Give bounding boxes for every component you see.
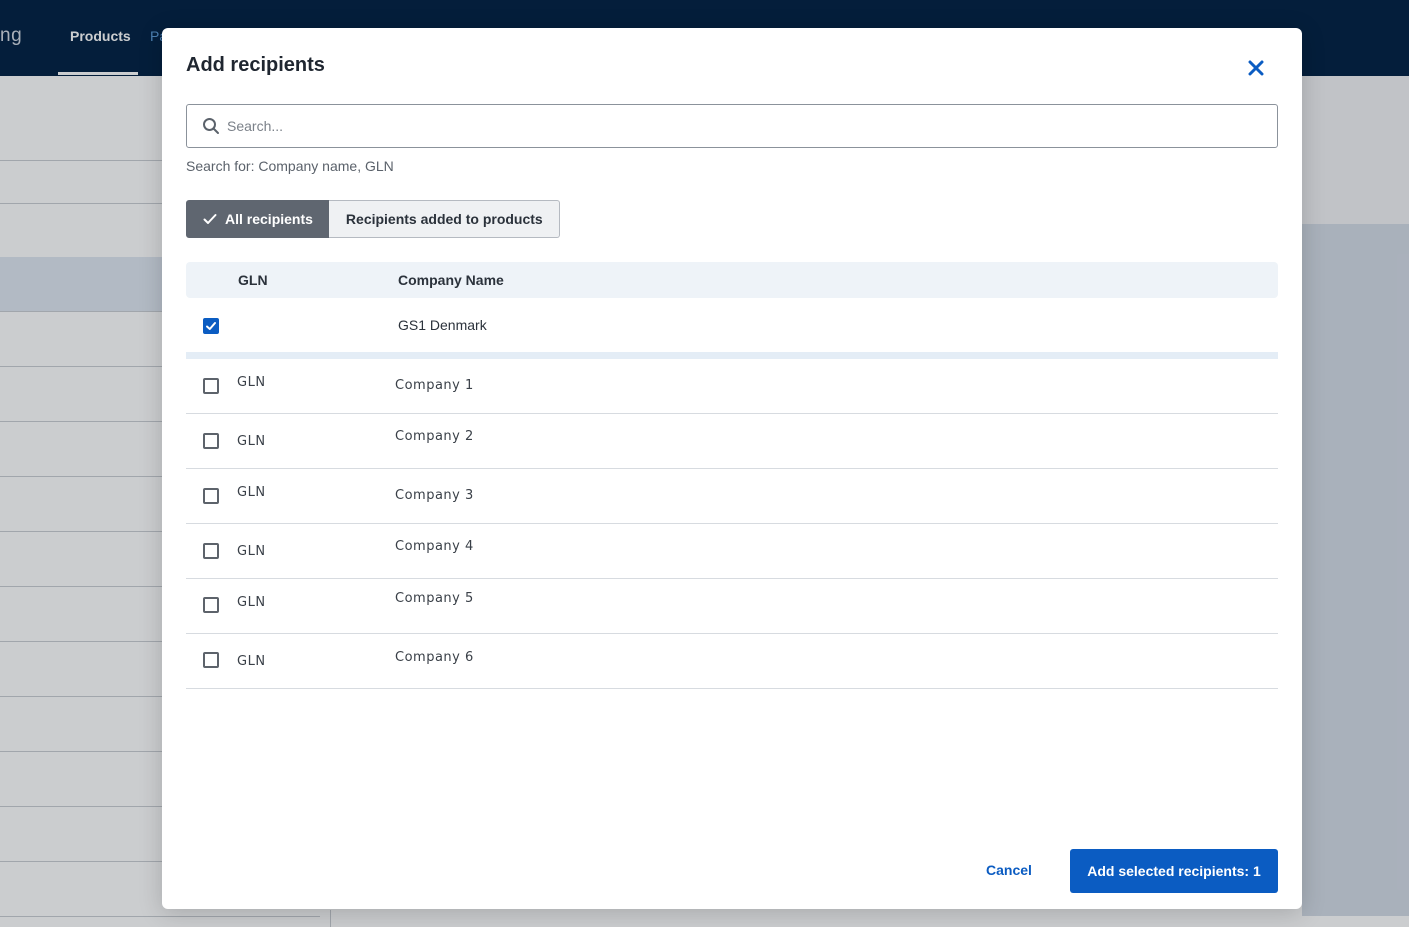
tab-label: All recipients bbox=[225, 211, 313, 227]
row-checkbox[interactable] bbox=[203, 652, 219, 668]
table-row[interactable]: GLN Company 5 bbox=[186, 579, 1278, 634]
column-header-gln: GLN bbox=[238, 272, 268, 288]
search-icon bbox=[203, 118, 219, 134]
search-box bbox=[186, 104, 1278, 148]
company-name-cell: Company 4 bbox=[395, 539, 474, 554]
column-header-company-name: Company Name bbox=[398, 272, 504, 288]
selected-recipient-row[interactable]: GS1 Denmark bbox=[186, 298, 1278, 353]
search-hint: Search for: Company name, GLN bbox=[186, 158, 394, 174]
table-row[interactable]: GLN Company 1 bbox=[186, 359, 1278, 414]
table-row[interactable]: GLN Company 6 bbox=[186, 634, 1278, 689]
gln-cell: GLN bbox=[237, 595, 266, 610]
row-checkbox[interactable] bbox=[203, 543, 219, 559]
tab-label: Recipients added to products bbox=[345, 211, 543, 227]
gln-cell: GLN bbox=[237, 485, 266, 500]
row-checkbox[interactable] bbox=[203, 378, 219, 394]
add-selected-recipients-button[interactable]: Add selected recipients: 1 bbox=[1070, 849, 1278, 893]
row-checkbox-checked[interactable] bbox=[203, 318, 219, 334]
table-row[interactable]: GLN Company 4 bbox=[186, 524, 1278, 579]
gln-cell: GLN bbox=[237, 375, 266, 390]
company-name-cell: Company 6 bbox=[395, 650, 474, 665]
gln-cell: GLN bbox=[237, 654, 266, 669]
checkmark-icon bbox=[203, 214, 217, 224]
close-button[interactable] bbox=[1244, 56, 1268, 80]
company-name-cell: Company 1 bbox=[395, 378, 474, 393]
tab-recipients-added-to-products[interactable]: Recipients added to products bbox=[328, 200, 560, 238]
dialog-title: Add recipients bbox=[186, 54, 325, 76]
row-checkbox[interactable] bbox=[203, 488, 219, 504]
row-checkbox[interactable] bbox=[203, 597, 219, 613]
close-icon bbox=[1248, 60, 1264, 76]
gln-cell: GLN bbox=[237, 544, 266, 559]
checkmark-icon bbox=[206, 322, 216, 330]
gln-cell: GLN bbox=[237, 434, 266, 449]
company-name-cell: GS1 Denmark bbox=[398, 317, 487, 333]
add-recipients-dialog: Add recipients Search for: Company name,… bbox=[162, 28, 1302, 909]
company-name-cell: Company 5 bbox=[395, 591, 474, 606]
table-row[interactable]: GLN Company 2 bbox=[186, 414, 1278, 469]
company-name-cell: Company 2 bbox=[395, 429, 474, 444]
recipient-filter-tabs: All recipients Recipients added to produ… bbox=[186, 200, 560, 238]
cancel-button[interactable]: Cancel bbox=[986, 862, 1032, 878]
company-name-cell: Company 3 bbox=[395, 488, 474, 503]
row-checkbox[interactable] bbox=[203, 433, 219, 449]
search-input[interactable] bbox=[225, 106, 1269, 146]
table-header: GLN Company Name bbox=[186, 262, 1278, 298]
tab-all-recipients[interactable]: All recipients bbox=[186, 200, 329, 238]
table-row[interactable]: GLN Company 3 bbox=[186, 469, 1278, 524]
selected-section-divider bbox=[186, 352, 1278, 359]
